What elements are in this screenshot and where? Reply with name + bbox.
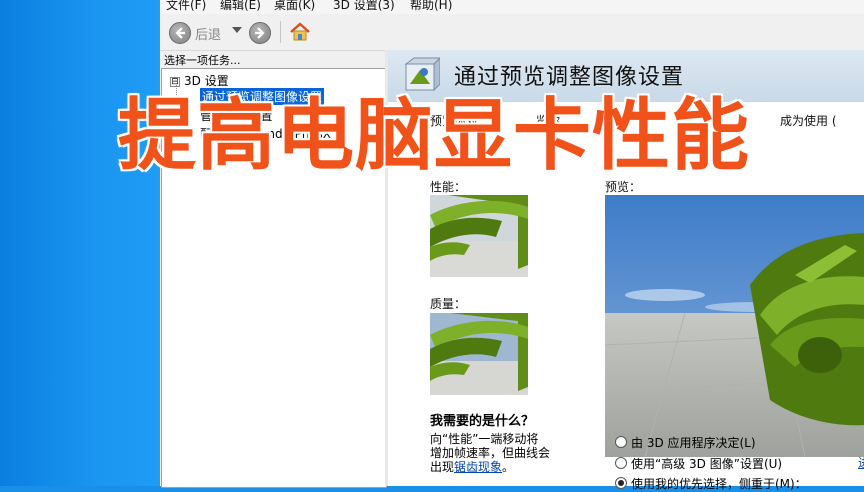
radio-button-1[interactable] — [615, 436, 627, 448]
radio-label-1: 由 3D 应用程序决定(L) — [631, 436, 756, 450]
performance-thumbnail[interactable] — [430, 195, 528, 277]
menu-3d-settings[interactable]: 3D 设置(3) — [333, 0, 395, 13]
menu-bar: 文件(F) 编辑(E) 桌面(K) 3D 设置(3) 帮助(H) — [160, 0, 864, 14]
forward-arrow-icon[interactable] — [249, 22, 271, 44]
headline-overlay: 提高电脑显卡性能 — [117, 90, 751, 182]
toolbar: 后退 — [160, 14, 864, 51]
menu-desktop[interactable]: 桌面(K) — [274, 0, 315, 13]
menu-help[interactable]: 帮助(H) — [410, 0, 452, 13]
radio-use-advanced-settings[interactable]: 使用“高级 3D 图像”设置(U) — [615, 455, 782, 472]
faq-line-3-prefix: 出现 — [430, 460, 455, 474]
back-history-dropdown-icon[interactable] — [232, 27, 242, 33]
desktop-background — [0, 0, 160, 486]
aliasing-link[interactable]: 锯齿现象 — [454, 460, 502, 474]
toolbar-separator — [280, 21, 281, 43]
back-button-label[interactable]: 后退 — [195, 24, 221, 43]
3d-preview-viewport[interactable] — [605, 195, 864, 457]
faq-line-3-suffix: 。 — [502, 460, 515, 474]
radio-label-3: 使用我的优先选择，侧重于(M)： — [631, 477, 807, 491]
faq-line-3: 出现锯齿现象。 — [430, 458, 514, 475]
radio-use-my-preference[interactable]: 使用我的优先选择，侧重于(M)： — [615, 475, 807, 492]
radio-label-2: 使用“高级 3D 图像”设置(U) — [631, 457, 783, 471]
radio-button-3[interactable] — [615, 477, 627, 489]
radio-button-2[interactable] — [615, 457, 627, 469]
radio-let-application-decide[interactable]: 由 3D 应用程序决定(L) — [615, 434, 756, 451]
menu-file[interactable]: 文件(F) — [166, 0, 206, 13]
quality-label: 质量： — [430, 297, 467, 311]
collapse-icon[interactable]: ⊟ — [170, 76, 180, 87]
task-prompt-label: 选择一项任务... — [164, 54, 241, 67]
faq-heading: 我需要的是什么？ — [430, 414, 535, 429]
edge-link[interactable]: 进 — [858, 454, 864, 471]
back-arrow-icon[interactable] — [169, 22, 191, 44]
home-icon[interactable] — [289, 21, 311, 43]
menu-edit[interactable]: 编辑(E) — [220, 0, 261, 13]
quality-thumbnail[interactable] — [430, 313, 528, 395]
nvidia-control-panel-window: 文件(F) 编辑(E) 桌面(K) 3D 设置(3) 帮助(H) 后退 选择一项… — [160, 0, 864, 491]
